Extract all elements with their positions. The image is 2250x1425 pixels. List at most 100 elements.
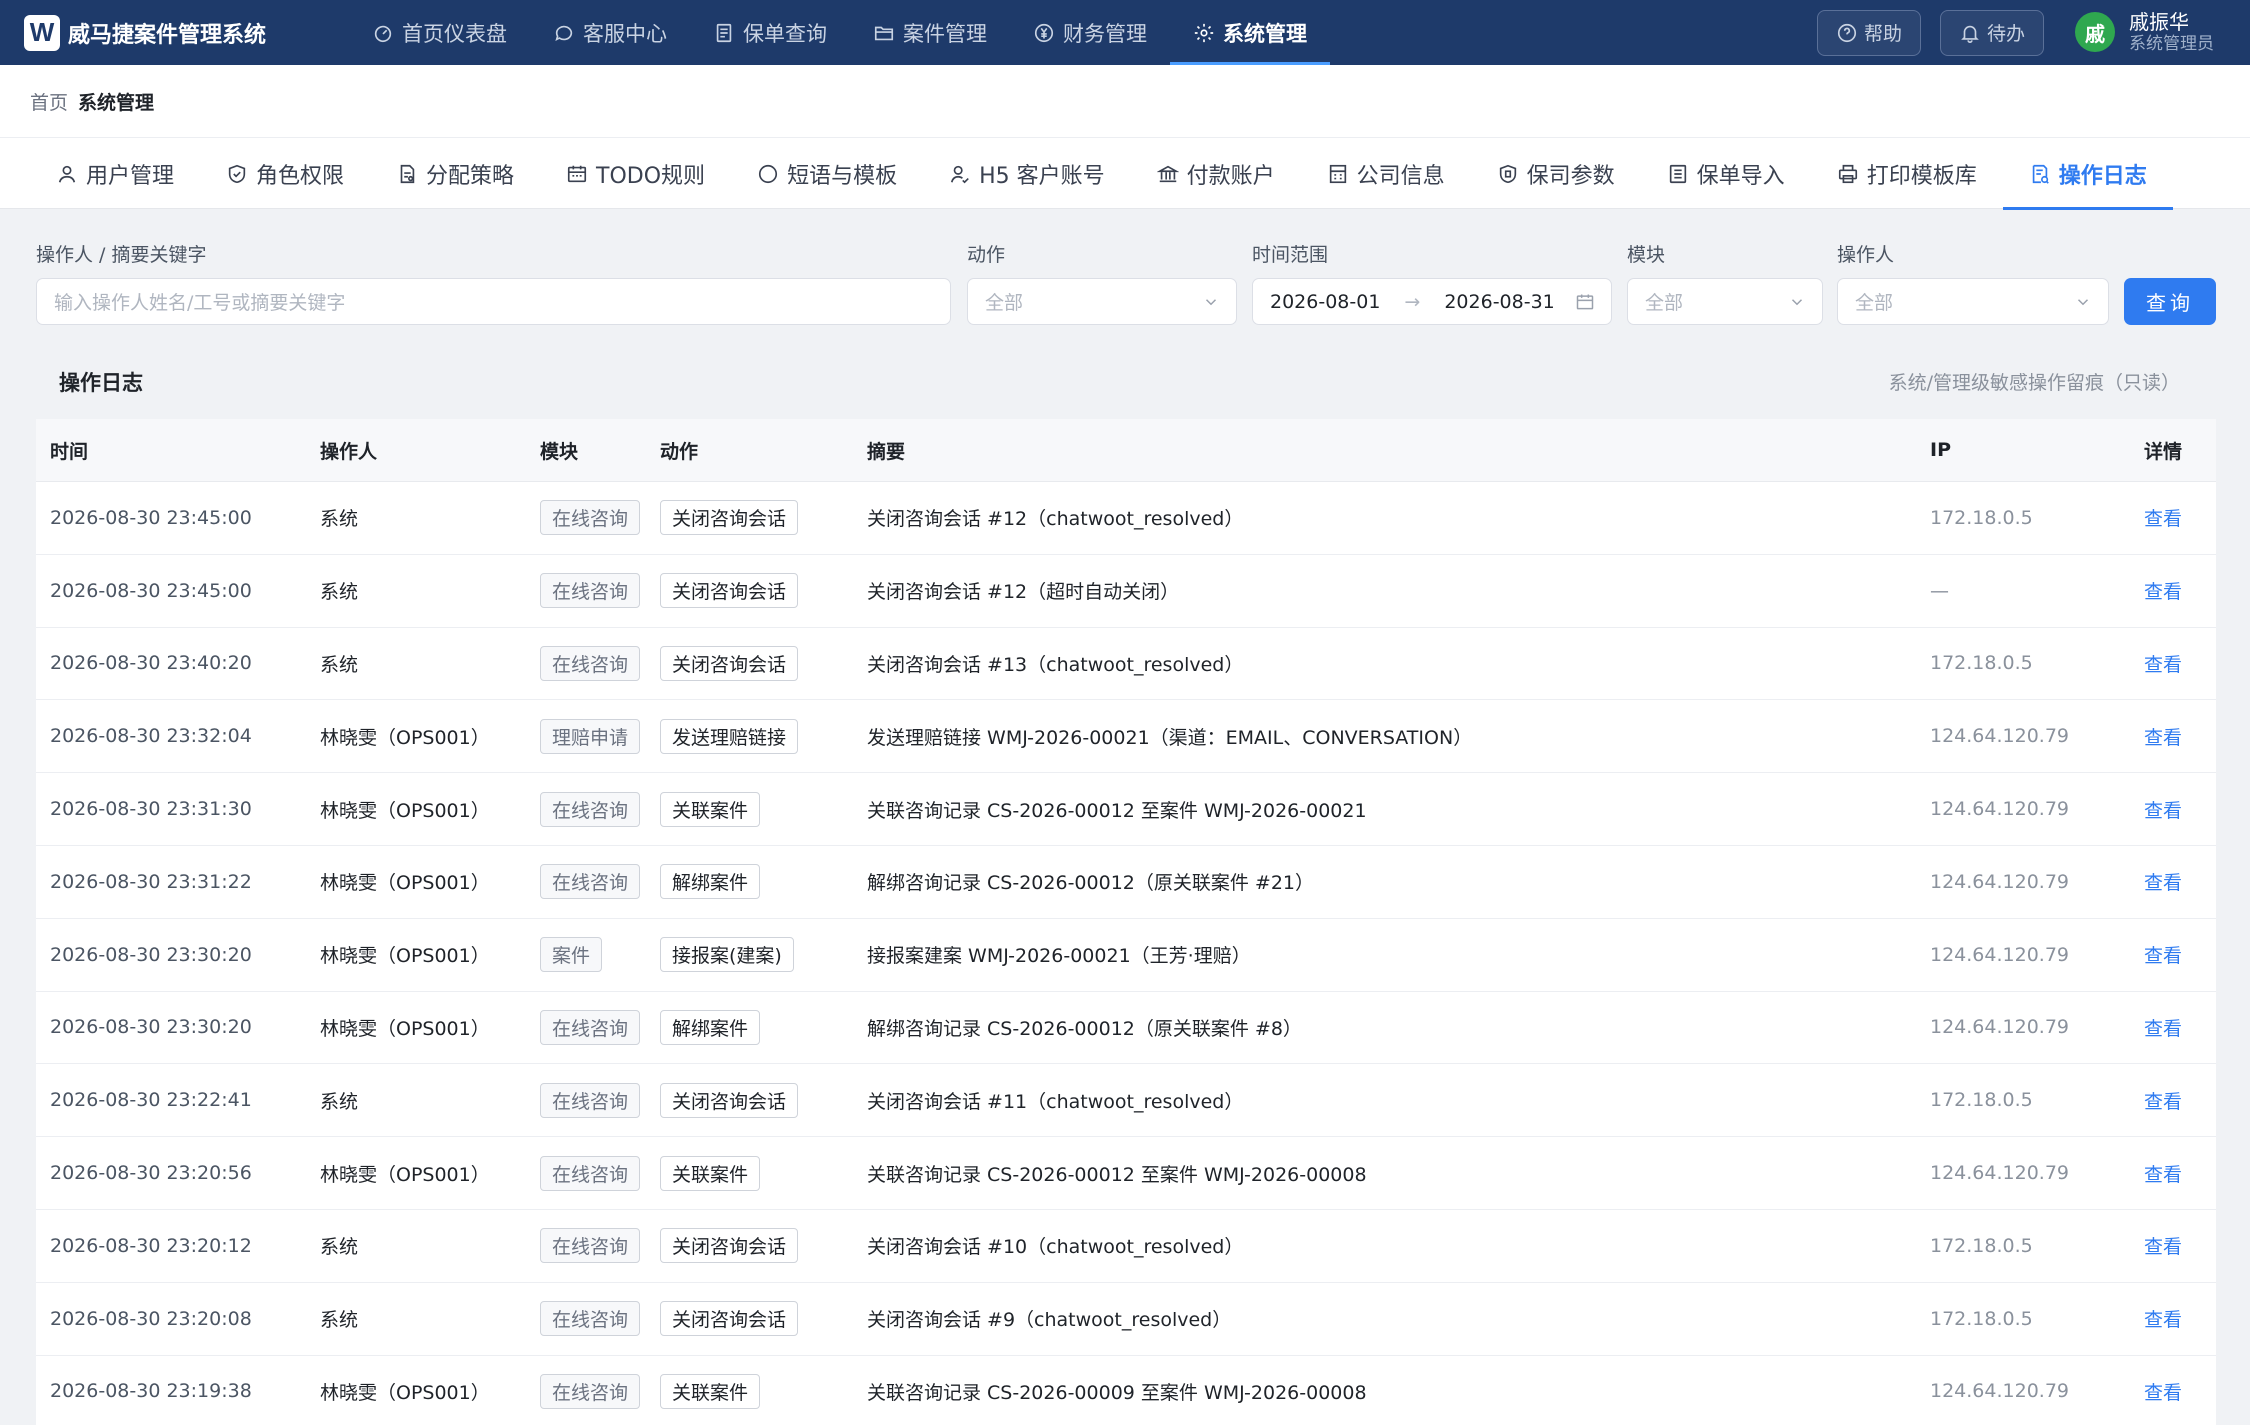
tab-todo-rules[interactable]: TODO规则 xyxy=(540,138,731,209)
cell-summary: 关联咨询记录 CS-2026-00012 至案件 WMJ-2026-00021 xyxy=(867,799,1367,822)
date-end[interactable]: 2026-08-31 xyxy=(1444,291,1554,313)
action-tag: 关联案件 xyxy=(660,1373,761,1409)
help-button[interactable]: 帮助 xyxy=(1816,9,1921,56)
nav-item-cases[interactable]: 案件管理 xyxy=(850,0,1010,65)
nav-item-system[interactable]: 系统管理 xyxy=(1170,0,1330,65)
operator-select[interactable]: 全部 xyxy=(1837,278,2109,325)
date-range-picker[interactable]: 2026-08-01 → 2026-08-31 xyxy=(1252,278,1612,325)
view-detail-link[interactable]: 查看 xyxy=(2144,1018,2182,1040)
tab-company-info[interactable]: 公司信息 xyxy=(1301,138,1471,209)
module-value: 全部 xyxy=(1645,292,1684,314)
tab-label: 分配策略 xyxy=(426,163,515,189)
tab-print-templates[interactable]: 打印模板库 xyxy=(1811,138,2003,209)
date-start[interactable]: 2026-08-01 xyxy=(1270,291,1380,313)
cell-action: 关联案件 xyxy=(652,791,862,827)
top-right-actions: 帮助 待办 戚 戚振华 系统管理员 xyxy=(1816,0,2250,65)
module-select[interactable]: 全部 xyxy=(1627,278,1823,325)
system-subtabs: 用户管理 角色权限 分配策略 TODO规则 短语与模板 H5 客户账号 付款账户… xyxy=(0,138,2250,210)
tab-users[interactable]: 用户管理 xyxy=(30,138,200,209)
calendar-icon xyxy=(1576,294,1594,310)
view-detail-link[interactable]: 查看 xyxy=(2144,1091,2182,1113)
view-detail-link[interactable]: 查看 xyxy=(2144,1164,2182,1186)
nav-item-policy[interactable]: 保单查询 xyxy=(690,0,850,65)
tab-assignment[interactable]: 分配策略 xyxy=(370,138,540,209)
cell-detail: 查看 xyxy=(2125,796,2216,823)
query-button[interactable]: 查询 xyxy=(2124,278,2216,325)
todo-button[interactable]: 待办 xyxy=(1939,9,2044,56)
table-row: 2026-08-30 23:20:56 林晓雯（OPS001） 在线咨询 关联案件 关联… xyxy=(36,1137,2216,1210)
tab-policy-import[interactable]: 保单导入 xyxy=(1641,138,1811,209)
chevron-down-icon xyxy=(1791,299,1803,306)
keyword-input[interactable]: 输入操作人姓名/工号或摘要关键字 xyxy=(36,278,951,325)
tab-h5-accounts[interactable]: H5 客户账号 xyxy=(923,138,1131,209)
module-tag: 在线咨询 xyxy=(540,1228,641,1264)
tab-phrases[interactable]: 短语与模板 xyxy=(731,138,923,209)
table-row: 2026-08-30 23:40:20 系统 在线咨询 关闭咨询会话 关闭咨询会话 #1… xyxy=(36,627,2216,701)
tab-insurer-params[interactable]: 保司参数 xyxy=(1471,138,1641,209)
view-detail-link[interactable]: 查看 xyxy=(2144,945,2182,967)
top-navbar: W 威马捷案件管理系统 首页仪表盘 客服中心 保单查询 案件管理 财务管理 系统… xyxy=(0,0,2250,65)
account-icon xyxy=(951,165,969,183)
cell-summary: 关闭咨询会话 #10（chatwoot_resolved） xyxy=(867,1236,1244,1259)
cell-detail: 查看 xyxy=(2125,1014,2216,1041)
cell-action: 解绑案件 xyxy=(652,864,862,900)
cell-module: 在线咨询 xyxy=(532,791,652,827)
col-module: 模块 xyxy=(540,440,579,463)
brand[interactable]: W 威马捷案件管理系统 xyxy=(24,14,314,51)
keyword-placeholder: 输入操作人姓名/工号或摘要关键字 xyxy=(54,292,346,314)
action-tag: 关闭咨询会话 xyxy=(660,645,799,681)
view-detail-link[interactable]: 查看 xyxy=(2144,1236,2182,1258)
cell-module: 在线咨询 xyxy=(532,1301,652,1337)
app-title: 威马捷案件管理系统 xyxy=(68,22,267,48)
cell-summary: 解绑咨询记录 CS-2026-00012（原关联案件 #8） xyxy=(867,1017,1302,1040)
cell-operator: 系统 xyxy=(320,653,359,676)
cell-ip: 124.64.120.79 xyxy=(1930,1016,2070,1039)
cell-module: 在线咨询 xyxy=(532,864,652,900)
breadcrumb-home[interactable]: 首页 xyxy=(30,88,68,115)
app-logo: W xyxy=(24,14,60,51)
section-note: 系统/管理级敏感操作留痕（只读） xyxy=(1888,372,2180,394)
view-detail-link[interactable]: 查看 xyxy=(2144,508,2182,530)
tab-roles[interactable]: 角色权限 xyxy=(200,138,370,209)
nav-item-label: 客服中心 xyxy=(583,21,667,46)
table-row: 2026-08-30 23:30:20 林晓雯（OPS001） 在线咨询 解绑案件 解绑… xyxy=(36,991,2216,1065)
view-detail-link[interactable]: 查看 xyxy=(2144,654,2182,676)
nav-item-service[interactable]: 客服中心 xyxy=(530,0,690,65)
cell-time: 2026-08-30 23:32:04 xyxy=(50,725,252,748)
tab-operation-log[interactable]: 操作日志 xyxy=(2002,138,2173,210)
nav-item-finance[interactable]: 财务管理 xyxy=(1010,0,1170,65)
cell-ip: 124.64.120.79 xyxy=(1930,1380,2070,1403)
view-detail-link[interactable]: 查看 xyxy=(2144,1382,2182,1404)
cell-time: 2026-08-30 23:19:38 xyxy=(50,1380,252,1403)
cell-ip: 172.18.0.5 xyxy=(1930,1089,2033,1112)
chevron-down-icon xyxy=(1205,299,1217,306)
module-tag: 在线咨询 xyxy=(540,1373,641,1409)
view-detail-link[interactable]: 查看 xyxy=(2144,800,2182,822)
view-detail-link[interactable]: 查看 xyxy=(2144,1309,2182,1331)
cell-ip: 124.64.120.79 xyxy=(1930,725,2070,748)
cell-operator: 系统 xyxy=(320,1309,359,1332)
strategy-icon xyxy=(400,164,415,183)
view-detail-link[interactable]: 查看 xyxy=(2144,727,2182,749)
action-value: 全部 xyxy=(985,292,1024,314)
table-header: 时间 操作人 模块 动作 摘要 IP 详情 xyxy=(36,419,2216,482)
view-detail-link[interactable]: 查看 xyxy=(2144,581,2182,603)
user-menu[interactable]: 戚 戚振华 系统管理员 xyxy=(2075,10,2214,54)
cell-time: 2026-08-30 23:20:56 xyxy=(50,1162,252,1185)
module-label: 模块 xyxy=(1627,244,1666,266)
cell-operator: 系统 xyxy=(320,1236,359,1259)
module-tag: 在线咨询 xyxy=(540,864,641,900)
building-icon xyxy=(1329,164,1346,183)
tab-payment-accounts[interactable]: 付款账户 xyxy=(1131,138,1301,209)
module-tag: 在线咨询 xyxy=(540,1082,641,1118)
cell-operator: 系统 xyxy=(320,508,359,531)
cell-module: 在线咨询 xyxy=(532,1228,652,1264)
nav-item-label: 财务管理 xyxy=(1063,21,1147,46)
view-detail-link[interactable]: 查看 xyxy=(2144,872,2182,894)
module-tag: 在线咨询 xyxy=(540,645,641,681)
nav-item-dashboard[interactable]: 首页仪表盘 xyxy=(349,0,530,65)
table-row: 2026-08-30 23:45:00 系统 在线咨询 关闭咨询会话 关闭咨询会话 #1… xyxy=(36,482,2216,555)
table-row: 2026-08-30 23:31:22 林晓雯（OPS001） 在线咨询 解绑案件 解绑… xyxy=(36,845,2216,919)
cell-detail: 查看 xyxy=(2125,1087,2216,1114)
action-select[interactable]: 全部 xyxy=(967,278,1237,325)
